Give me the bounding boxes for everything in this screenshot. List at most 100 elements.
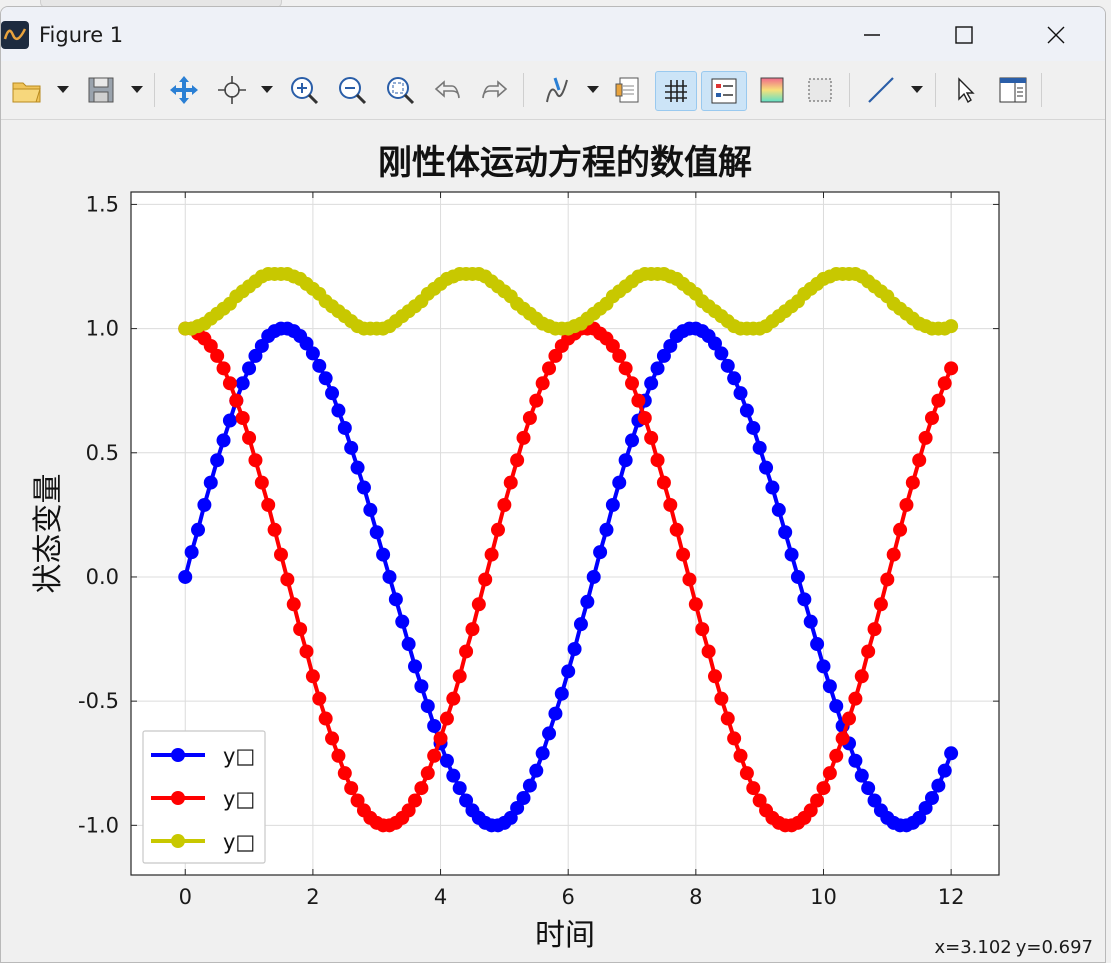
zoom-out-icon[interactable] (333, 71, 371, 109)
data-point (854, 669, 869, 684)
data-point (401, 637, 416, 652)
insert-colorbar-icon[interactable] (609, 71, 647, 109)
back-icon[interactable] (429, 71, 467, 109)
data-point (618, 361, 633, 376)
data-point (829, 699, 844, 714)
data-point (446, 768, 461, 783)
data-point (242, 361, 257, 376)
data-point (746, 781, 761, 796)
brush-dropdown-icon[interactable] (583, 71, 603, 109)
data-point (197, 497, 212, 512)
data-point (439, 711, 454, 726)
data-point (803, 614, 818, 629)
app-icon (1, 21, 29, 49)
y-tick-label: -0.5 (78, 689, 119, 713)
data-point (733, 386, 748, 401)
x-tick-label: 4 (434, 885, 447, 909)
data-point (420, 766, 435, 781)
data-point (363, 502, 378, 517)
x-axis-label: 时间 (535, 918, 595, 953)
data-point (293, 622, 308, 637)
data-point (861, 781, 876, 796)
save-dropdown-icon[interactable] (127, 71, 147, 109)
data-point (944, 361, 959, 376)
data-point (816, 781, 831, 796)
data-point (414, 679, 429, 694)
bounding-box-icon[interactable] (801, 71, 839, 109)
data-point (650, 361, 665, 376)
title-bar: Figure 1 (1, 7, 1105, 61)
data-point (305, 346, 320, 361)
colormap-icon[interactable] (753, 71, 791, 109)
data-point (452, 669, 467, 684)
open-folder-icon[interactable] (9, 71, 45, 109)
data-point (707, 669, 722, 684)
data-point (669, 522, 684, 537)
grid-icon[interactable] (655, 71, 697, 111)
figure-canvas[interactable]: 0 2 4 6 8 10 12 -1.0 -0.5 0.0 0.5 1.0 1.5 刚性体运动方程的数值解… (1, 120, 1105, 962)
cursor-dropdown-icon[interactable] (257, 71, 277, 109)
data-point (203, 475, 218, 490)
data-point (529, 393, 544, 408)
data-point (714, 691, 729, 706)
data-point (644, 376, 659, 391)
data-cursor-icon[interactable] (213, 71, 251, 109)
data-point (893, 522, 908, 537)
pan-icon[interactable] (165, 71, 203, 109)
data-point (497, 497, 512, 512)
open-dropdown-icon[interactable] (53, 71, 73, 109)
line-icon[interactable] (861, 71, 901, 109)
toolbar-separator (849, 73, 850, 107)
data-point (835, 731, 850, 746)
data-point (931, 778, 946, 793)
line-dropdown-icon[interactable] (907, 71, 927, 109)
data-point (759, 460, 774, 475)
data-point (937, 763, 952, 778)
y-tick-label: -1.0 (78, 813, 119, 837)
pointer-icon[interactable] (945, 71, 985, 109)
close-button[interactable] (1033, 15, 1079, 55)
y-tick-label: 0.5 (86, 441, 119, 465)
brush-icon[interactable] (537, 71, 577, 109)
maximize-button[interactable] (941, 15, 987, 55)
data-point (273, 547, 288, 562)
data-point (178, 569, 193, 584)
data-point (471, 597, 486, 612)
data-point (356, 480, 371, 495)
y-tick-label: 0.0 (86, 565, 119, 589)
legend-label: y□ (223, 830, 255, 854)
data-point (267, 522, 282, 537)
x-tick-label: 12 (938, 885, 965, 909)
data-point (210, 453, 225, 468)
data-point (918, 430, 933, 445)
data-point (867, 622, 882, 637)
data-point (727, 371, 742, 386)
data-point (886, 547, 901, 562)
figure-window: Figure 1 0 2 4 6 8 10 12 -1.0 -0.5 0.0 0… (0, 6, 1106, 963)
toolbar-separator (154, 73, 155, 107)
data-point (720, 711, 735, 726)
property-inspector-icon[interactable] (993, 71, 1033, 109)
forward-icon[interactable] (475, 71, 513, 109)
legend-icon[interactable] (701, 71, 747, 111)
data-point (350, 460, 365, 475)
toolbar-separator (935, 73, 936, 107)
data-point (542, 726, 557, 741)
zoom-reset-icon[interactable] (381, 71, 419, 109)
zoom-in-icon[interactable] (285, 71, 323, 109)
chart-svg[interactable]: 0 2 4 6 8 10 12 -1.0 -0.5 0.0 0.5 1.0 1.5 刚性体运动方程的数值解… (1, 120, 1105, 962)
data-point (644, 430, 659, 445)
data-point (318, 371, 333, 386)
data-point (937, 376, 952, 391)
data-point (331, 748, 346, 763)
data-point (510, 453, 525, 468)
data-point (931, 393, 946, 408)
minimize-button[interactable] (849, 15, 895, 55)
data-point (848, 691, 863, 706)
data-point (573, 617, 588, 632)
legend-marker (171, 834, 185, 848)
save-icon[interactable] (83, 71, 119, 109)
data-point (433, 731, 448, 746)
data-point (369, 525, 384, 540)
data-point (861, 644, 876, 659)
